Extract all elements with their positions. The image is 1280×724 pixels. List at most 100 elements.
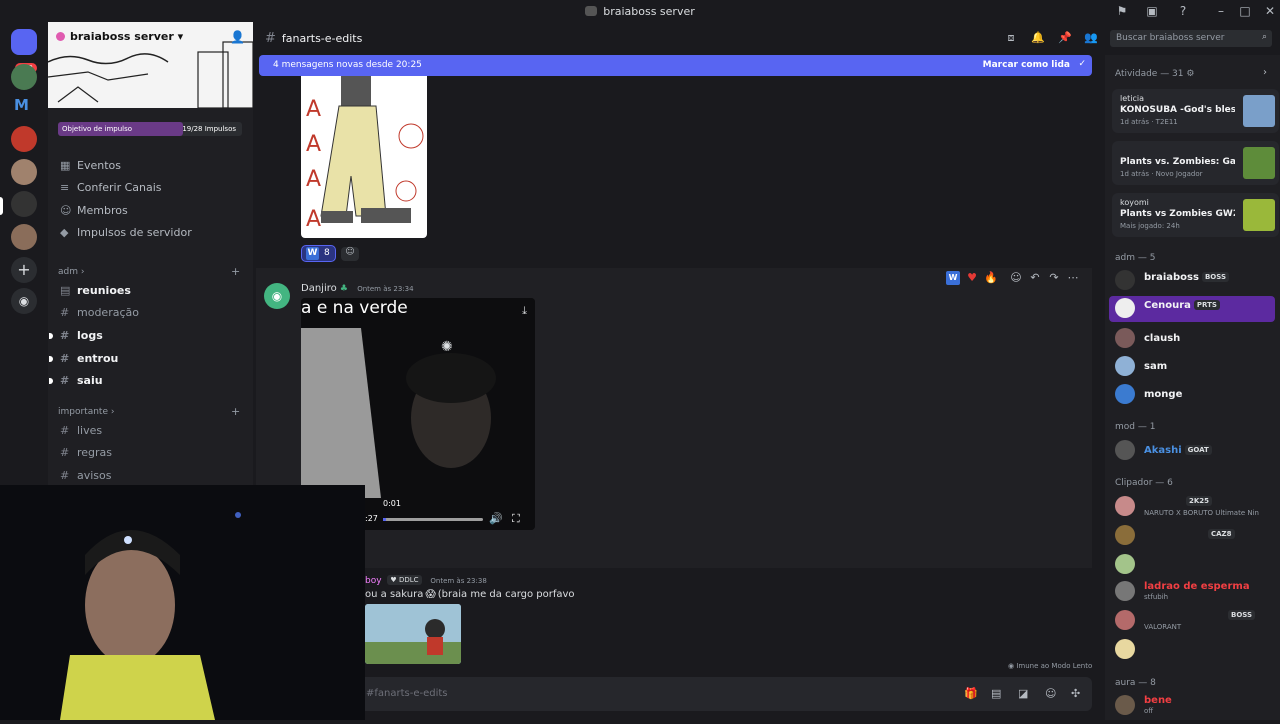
member-bene[interactable]: bene off [1115, 695, 1275, 719]
member-clipador-2[interactable]: CAZ8 [1115, 525, 1275, 549]
member-list-icon[interactable]: 👥 [1083, 31, 1099, 47]
channel-moderacao[interactable]: # moderação [60, 304, 139, 322]
emoji-icon[interactable]: ☺ [1045, 687, 1056, 700]
volume-icon[interactable]: 🔊 [489, 512, 503, 525]
member-clipador-4[interactable]: ladrao de esperma stfubih [1115, 581, 1275, 605]
screen-share-icon[interactable]: ▣ [1144, 3, 1160, 19]
server-icon-3[interactable] [11, 126, 37, 152]
maximize-icon[interactable]: □ [1237, 3, 1253, 19]
channel-regras[interactable]: # regras [60, 444, 112, 462]
mark-as-read-button[interactable]: Marcar como lida [983, 60, 1070, 70]
activity-game: Plants vs Zombies GW2 [1120, 209, 1235, 219]
server-icon-m[interactable]: M [14, 96, 29, 114]
nav-server-boosts[interactable]: ◆ Impulsos de servidor [60, 224, 192, 242]
category-adm[interactable]: adm › [58, 267, 84, 277]
more-icon[interactable]: ⋯ [1066, 271, 1080, 285]
help-icon[interactable]: ? [1175, 3, 1191, 19]
message-author-2[interactable]: boy [365, 576, 382, 586]
add-channel-icon[interactable]: + [231, 265, 240, 278]
sticker-icon[interactable]: ◪ [1018, 687, 1028, 700]
fullscreen-icon[interactable]: ⛶ [512, 512, 520, 526]
apps-icon[interactable]: ✣ [1071, 687, 1080, 700]
channel-logs[interactable]: # logs [49, 327, 103, 345]
activity-card[interactable]: koyomi Plants vs Zombies GW2 Mais jogado… [1112, 193, 1279, 237]
react-fire-icon[interactable]: 🔥 [984, 271, 998, 285]
member-monge[interactable]: monge [1115, 384, 1275, 408]
react-w-icon[interactable]: W [946, 271, 960, 285]
hash-icon: # [60, 374, 70, 387]
channels-icon: ≡ [60, 181, 70, 194]
channel-saiu[interactable]: # saiu [49, 372, 103, 390]
add-server-icon[interactable]: + [11, 257, 37, 283]
avatar[interactable]: ◉ [264, 283, 290, 309]
gift-icon[interactable]: 🎁 [964, 687, 978, 700]
add-channel-icon[interactable]: + [231, 405, 240, 418]
member-sam[interactable]: sam [1115, 356, 1275, 380]
channel-lives[interactable]: # lives [60, 422, 102, 440]
add-reaction-icon[interactable]: ☺ [1009, 271, 1023, 285]
video-seek-bar[interactable] [383, 518, 483, 521]
member-claush[interactable]: claush [1115, 328, 1275, 352]
member-clipador-1[interactable]: 2K25 NARUTO X BORUTO Ultimate Nin [1115, 496, 1275, 520]
gif-icon[interactable]: ▤ [991, 687, 1001, 700]
member-braiaboss[interactable]: braiaboss BOSS [1115, 270, 1275, 294]
reply-icon[interactable]: ↶ [1028, 271, 1042, 285]
channel-reunioes[interactable]: ▤ reunioes [60, 282, 131, 300]
member-cenoura[interactable]: Cenoura PRTS [1115, 298, 1275, 322]
members-icon: ☺ [60, 204, 72, 217]
search-placeholder: Buscar braiaboss server [1116, 33, 1225, 43]
message-composer[interactable]: #fanarts-e-edits 🎁 ▤ ◪ ☺ ✣ [356, 677, 1092, 711]
channel-saiu-label: saiu [77, 374, 103, 387]
reaction-w[interactable]: W 8 [301, 245, 336, 262]
avatar [1115, 384, 1135, 404]
invite-icon[interactable]: 👤 [230, 30, 245, 44]
member-clipador-5[interactable]: BOSS VALORANT [1115, 610, 1275, 634]
download-icon[interactable]: ⤓ [522, 304, 527, 318]
member-clipador-3[interactable] [1115, 554, 1275, 578]
close-icon[interactable]: ✕ [1262, 3, 1278, 19]
react-heart-icon[interactable]: ♥ [965, 271, 979, 285]
anime-image [365, 604, 461, 664]
channel-avisos[interactable]: # avisos [60, 467, 112, 485]
hash-icon: # [60, 469, 70, 482]
inbox-flag-icon[interactable]: ⚑ [1114, 3, 1130, 19]
member-name: Akashi GOAT [1144, 445, 1212, 456]
category-importante[interactable]: importante › [58, 407, 114, 417]
server-icon-4[interactable] [11, 159, 37, 185]
search-input[interactable]: Buscar braiaboss server ⌕ [1110, 30, 1272, 47]
server-icon-6[interactable] [11, 224, 37, 250]
server-icon-braiaboss[interactable] [11, 191, 37, 217]
member-tag: BOSS [1228, 610, 1256, 620]
boost-goal-bar[interactable]: Objetivo de impulso 19/28 Impulsos [58, 122, 242, 136]
scream-emoji-icon: 😱 [425, 589, 436, 600]
minimize-icon[interactable]: – [1213, 3, 1229, 19]
nav-events[interactable]: ▦ Eventos [60, 157, 121, 175]
nav-members[interactable]: ☺ Membros [60, 202, 128, 220]
fanart-image[interactable]: A A A A [301, 76, 427, 238]
message-image-2[interactable] [365, 604, 461, 664]
activity-card[interactable]: leticia KONOSUBA -God's blessin... 1d at… [1112, 89, 1279, 133]
hash-icon: # [60, 446, 70, 459]
channel-entrou[interactable]: # entrou [49, 350, 118, 368]
role-group-clipador: Clipador — 6 [1115, 478, 1173, 488]
nav-browse-channels[interactable]: ≡ Conferir Canais [60, 179, 162, 197]
server-icon-1[interactable] [11, 64, 37, 90]
add-reaction-icon[interactable]: ☺ [341, 247, 359, 261]
nav-boosts-label: Impulsos de servidor [77, 226, 192, 239]
explore-icon[interactable]: ◉ [11, 288, 37, 314]
home-icon[interactable] [11, 29, 37, 55]
chevron-right-icon[interactable]: › [1263, 67, 1267, 78]
member-akashi[interactable]: Akashi GOAT [1115, 440, 1275, 464]
bell-icon[interactable]: 🔔 [1030, 31, 1046, 47]
message-author[interactable]: Danjiro [301, 283, 337, 294]
slow-mode-text: Imune ao Modo Lento [1016, 662, 1093, 670]
heart-icon: ♥ [390, 576, 399, 584]
fanart-drawing: A A A A [306, 76, 424, 232]
new-messages-bar[interactable]: 4 mensagens novas desde 20:25 Marcar com… [259, 55, 1092, 76]
forward-icon[interactable]: ↷ [1047, 271, 1061, 285]
member-clipador-6[interactable] [1115, 639, 1275, 663]
pin-icon[interactable]: 📌 [1057, 31, 1073, 47]
threads-icon[interactable]: ⧈ [1003, 31, 1019, 47]
server-name[interactable]: braiaboss server ▾ [56, 30, 183, 43]
activity-card[interactable]: Plants vs. Zombies: Game ... 1d atrás · … [1112, 141, 1279, 185]
